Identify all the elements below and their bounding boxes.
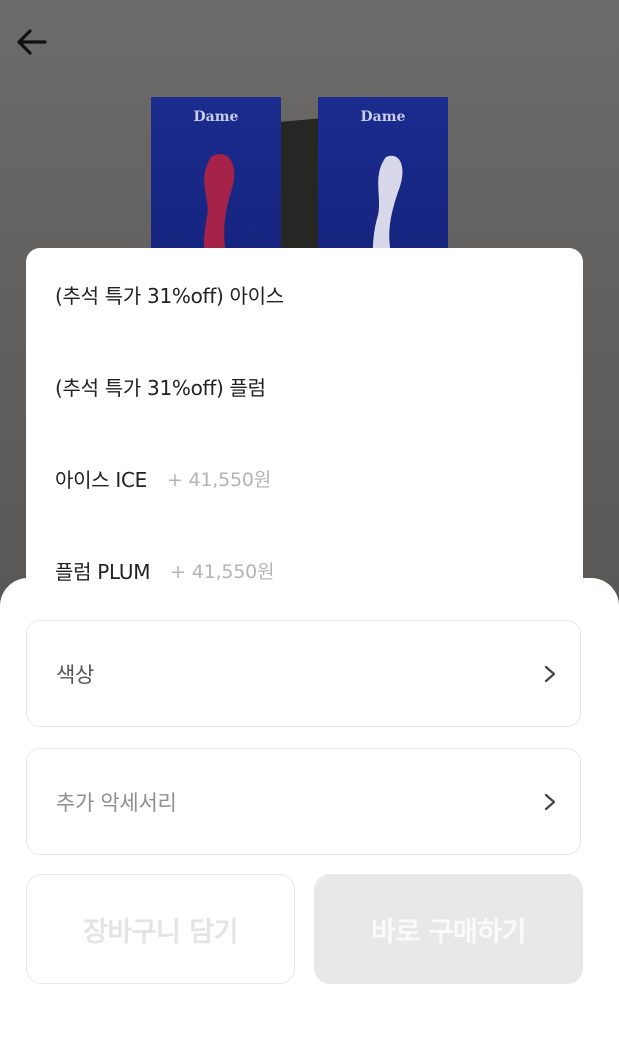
option-item[interactable]: (추석 특가 31%off) 아이스 [26,248,583,340]
option-price: + 41,550원 [166,468,272,491]
brand-logo: Dame [193,109,239,125]
add-to-cart-button[interactable]: 장바구니 담기 [26,874,295,984]
color-select[interactable]: 색상 [26,620,581,727]
accessory-select-label: 추가 악세서리 [56,790,177,815]
back-button[interactable] [14,26,50,58]
option-item[interactable]: (추석 특가 31%off) 플럼 [26,340,583,432]
option-dropdown: (추석 특가 31%off) 아이스 (추석 특가 31%off) 플럼 아이스… [26,248,583,628]
option-label: 플럼 PLUM [55,559,151,584]
option-item[interactable]: 아이스 ICE + 41,550원 [26,432,583,524]
option-label: 아이스 ICE [55,467,147,492]
option-item[interactable]: 플럼 PLUM + 41,550원 [26,524,583,616]
color-select-label: 색상 [56,662,95,687]
chevron-right-icon [544,665,556,682]
option-label: (추석 특가 31%off) 아이스 [55,283,284,308]
accessory-select[interactable]: 추가 악세서리 [26,748,581,855]
arrow-left-icon [17,29,47,55]
brand-logo: Dame [360,109,406,125]
option-price: + 41,550원 [170,560,275,583]
chevron-right-icon [544,793,556,810]
buy-now-button[interactable]: 바로 구매하기 [314,874,583,984]
option-label: (추석 특가 31%off) 플럼 [55,375,266,400]
